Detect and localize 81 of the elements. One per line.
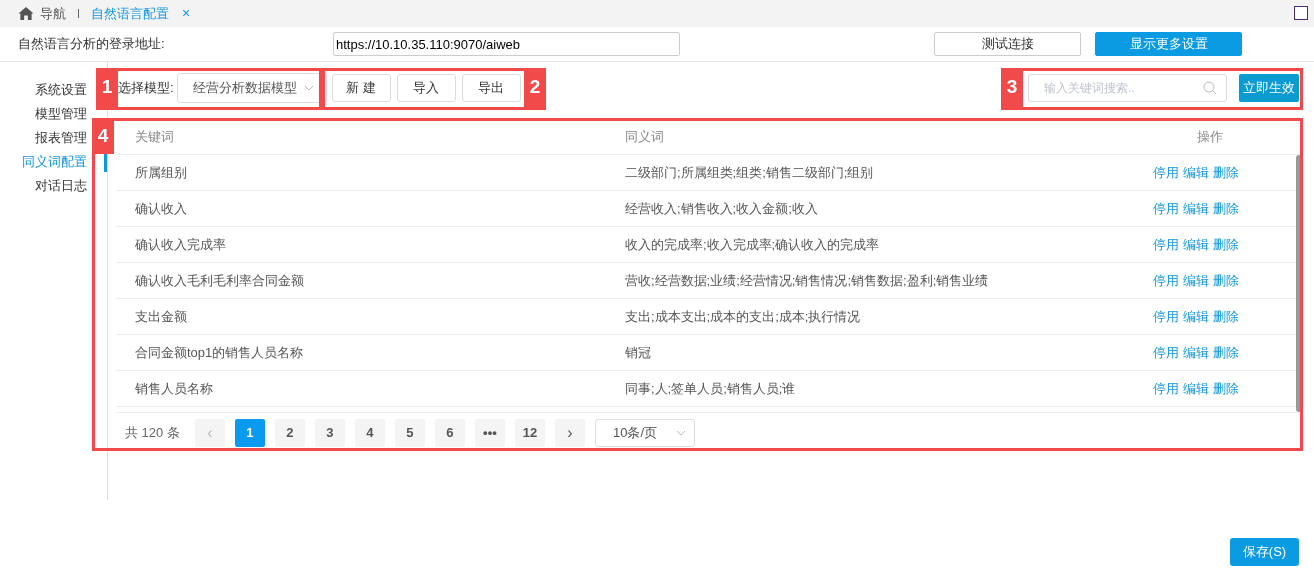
maximize-icon[interactable] <box>1294 6 1308 20</box>
close-icon[interactable]: × <box>182 3 191 24</box>
action-link[interactable]: 删除 <box>1213 378 1239 399</box>
callout-number: 4 <box>92 118 114 154</box>
page-button[interactable]: 1 <box>234 419 265 447</box>
callout-number: 1 <box>96 68 118 107</box>
action-link[interactable]: 删除 <box>1213 198 1239 219</box>
column-header: 关键词 <box>135 128 175 147</box>
save-button[interactable]: 保存(S) <box>1230 538 1299 566</box>
table-cell-text: 销冠 <box>625 343 652 362</box>
action-link[interactable]: 编辑 <box>1183 234 1209 255</box>
action-link[interactable]: 删除 <box>1213 306 1239 327</box>
action-link[interactable]: 停用 <box>1153 378 1179 399</box>
table-cell-text: 所属组别 <box>135 163 188 182</box>
button[interactable]: 测试连接 <box>934 32 1081 56</box>
action-link[interactable]: 编辑 <box>1183 270 1209 291</box>
scrollbar[interactable] <box>1296 155 1302 412</box>
action-link[interactable]: 编辑 <box>1183 378 1209 399</box>
table-cell-text: 确认收入 <box>135 199 188 218</box>
next-page-button[interactable]: › <box>554 419 585 447</box>
callout-number: 2 <box>524 68 546 107</box>
table-cell-text: 销售人员名称 <box>135 379 214 398</box>
table-cell-text: 支出;成本支出;成本的支出;成本;执行情况 <box>625 307 862 326</box>
model-label: 选择模型: <box>118 78 174 97</box>
address-field[interactable]: https://10.10.35.110:9070/aiweb <box>333 32 680 56</box>
callout-number: 3 <box>1001 68 1023 107</box>
tab[interactable]: 导航 <box>14 0 69 27</box>
sidebar-item[interactable]: 模型管理 <box>35 102 87 126</box>
page-button[interactable]: 4 <box>354 419 385 447</box>
action-link[interactable]: 停用 <box>1153 198 1179 219</box>
page-button[interactable]: 5 <box>394 419 425 447</box>
sidebar-item[interactable]: 对话日志 <box>35 174 87 198</box>
toolbar-button[interactable]: 导出 <box>461 73 521 102</box>
chevron-icon <box>675 430 686 436</box>
column-header: 同义词 <box>625 128 665 147</box>
table-cell-text: 收入的完成率;收入完成率;确认收入的完成率 <box>625 235 881 254</box>
table-cell-text: 确认收入完成率 <box>135 235 227 254</box>
page-button[interactable]: 3 <box>314 419 345 447</box>
chevron-icon <box>303 84 314 91</box>
search-field[interactable]: 输入关键词搜索.. <box>1028 73 1227 102</box>
total-count: 共 120 条 <box>125 424 180 443</box>
selection-bar <box>104 152 107 172</box>
model-select[interactable]: 经营分析数据模型 <box>176 72 327 103</box>
home-icon <box>17 6 35 21</box>
page-button[interactable]: 2 <box>274 419 305 447</box>
apply-button[interactable]: 立即生效 <box>1239 73 1299 102</box>
table-cell-text: 营收;经营数据;业绩;经营情况;销售情况;销售数据;盈利;销售业绩 <box>625 271 990 290</box>
page-button[interactable]: 12 <box>514 419 545 447</box>
table-cell-text: 确认收入毛利毛利率合同金额 <box>135 271 305 290</box>
action-link[interactable]: 停用 <box>1153 270 1179 291</box>
table-cell-text: 合同金额top1的销售人员名称 <box>135 343 305 362</box>
action-link[interactable]: 删除 <box>1213 270 1239 291</box>
action-link[interactable]: 停用 <box>1153 342 1179 363</box>
action-link[interactable]: 停用 <box>1153 162 1179 183</box>
action-link[interactable]: 编辑 <box>1183 342 1209 363</box>
column-header: 操作 <box>1196 128 1224 147</box>
toolbar-button[interactable]: 导入 <box>396 73 456 102</box>
action-link[interactable]: 停用 <box>1153 234 1179 255</box>
table-cell-text: 同事;人;签单人员;销售人员;谁 <box>625 379 797 398</box>
action-link[interactable]: 删除 <box>1213 342 1239 363</box>
action-link[interactable]: 删除 <box>1213 162 1239 183</box>
sidebar-item[interactable]: 同义词配置 <box>22 150 87 174</box>
action-link[interactable]: 编辑 <box>1183 162 1209 183</box>
page-size-select[interactable]: 10条/页 <box>594 419 695 447</box>
toolbar-button[interactable]: 新 建 <box>331 73 391 102</box>
table-cell-text: 二级部门;所属组类;组类;销售二级部门;组别 <box>625 163 875 182</box>
table-cell-text: 经营收入;销售收入;收入金额;收入 <box>625 199 819 218</box>
address-label: 自然语言分析的登录地址: <box>18 35 166 54</box>
page-button[interactable]: 6 <box>434 419 465 447</box>
search-icon <box>1203 80 1217 95</box>
sidebar-item[interactable]: 报表管理 <box>35 126 87 150</box>
prev-page-button[interactable]: ‹ <box>194 419 225 447</box>
tab[interactable]: 自然语言配置 <box>88 0 172 27</box>
action-link[interactable]: 删除 <box>1213 234 1239 255</box>
action-link[interactable]: 编辑 <box>1183 198 1209 219</box>
table-cell-text: 支出金额 <box>135 307 188 326</box>
action-link[interactable]: 编辑 <box>1183 306 1209 327</box>
button[interactable]: 显示更多设置 <box>1095 32 1242 56</box>
page-button[interactable]: ••• <box>474 419 505 447</box>
sidebar-item[interactable]: 系统设置 <box>35 78 87 102</box>
action-link[interactable]: 停用 <box>1153 306 1179 327</box>
